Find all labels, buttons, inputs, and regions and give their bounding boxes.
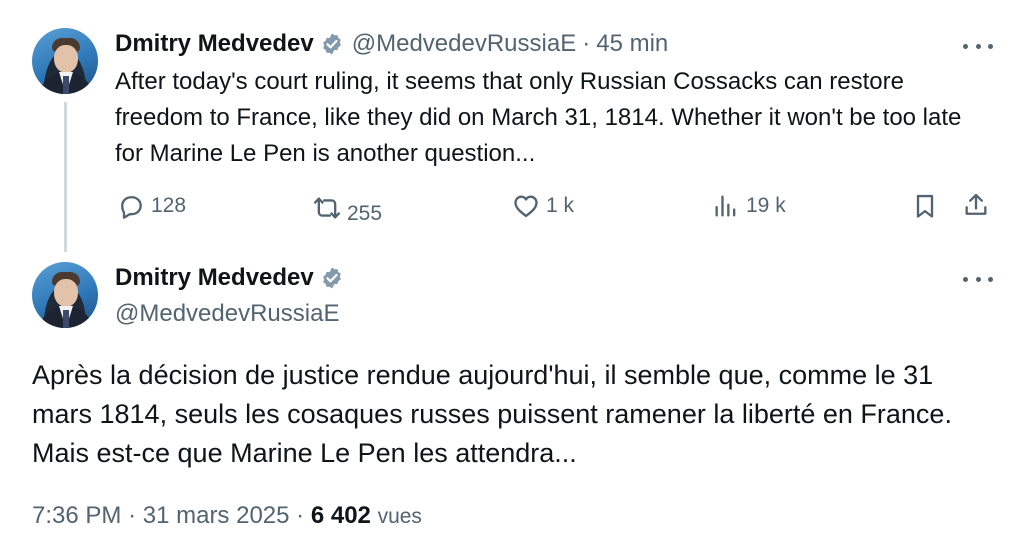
verified-badge-icon — [322, 33, 341, 55]
share-button[interactable] — [962, 191, 990, 219]
repost-count: 255 — [347, 202, 383, 225]
bookmark-icon — [916, 194, 934, 218]
views-total: 6 402 — [310, 502, 371, 529]
reply-count: 128 — [151, 194, 187, 217]
meta-separator: · — [296, 502, 305, 529]
like-icon — [514, 195, 538, 218]
reply-header: Dmitry Medvedev — [115, 264, 344, 292]
views-count: 19 k — [746, 194, 786, 217]
timestamp[interactable]: 45 min — [596, 30, 668, 58]
like-count: 1 k — [546, 194, 575, 217]
avatar[interactable] — [32, 262, 98, 328]
repost-button[interactable]: 255 — [313, 194, 382, 225]
more-icon[interactable] — [963, 274, 993, 284]
avatar[interactable] — [32, 28, 98, 94]
tweet-header: Dmitry Medvedev @MedvedevRussiaE · 45 mi… — [115, 30, 668, 58]
reply-icon — [121, 196, 142, 219]
tweet-text: Après la décision de justice rendue aujo… — [32, 360, 952, 468]
bookmark-button[interactable] — [911, 192, 939, 220]
share-icon — [965, 193, 987, 215]
views-label: vues — [377, 505, 422, 528]
views-icon — [715, 195, 736, 217]
author-handle[interactable]: @MedvedevRussiaE — [352, 30, 576, 58]
author-handle[interactable]: @MedvedevRussiaE — [115, 300, 339, 328]
author-name[interactable]: Dmitry Medvedev — [115, 264, 314, 292]
separator: · — [582, 30, 591, 57]
more-icon[interactable] — [963, 41, 993, 51]
thread-line — [64, 102, 67, 252]
post-time[interactable]: 7:36 PM — [32, 502, 121, 529]
verified-badge-icon — [322, 267, 341, 289]
views-button[interactable]: 19 k — [712, 192, 786, 220]
meta-separator: · — [128, 502, 137, 529]
like-button[interactable]: 1 k — [512, 192, 574, 220]
post-date[interactable]: 31 mars 2025 — [143, 502, 290, 529]
tweet-meta: 7:36 PM · 31 mars 2025 · 6 402 vues — [32, 502, 422, 530]
tweet-text: After today's court ruling, it seems tha… — [115, 68, 962, 167]
repost-icon — [313, 197, 341, 219]
reply-button[interactable]: 128 — [117, 192, 186, 220]
author-name[interactable]: Dmitry Medvedev — [115, 30, 314, 58]
